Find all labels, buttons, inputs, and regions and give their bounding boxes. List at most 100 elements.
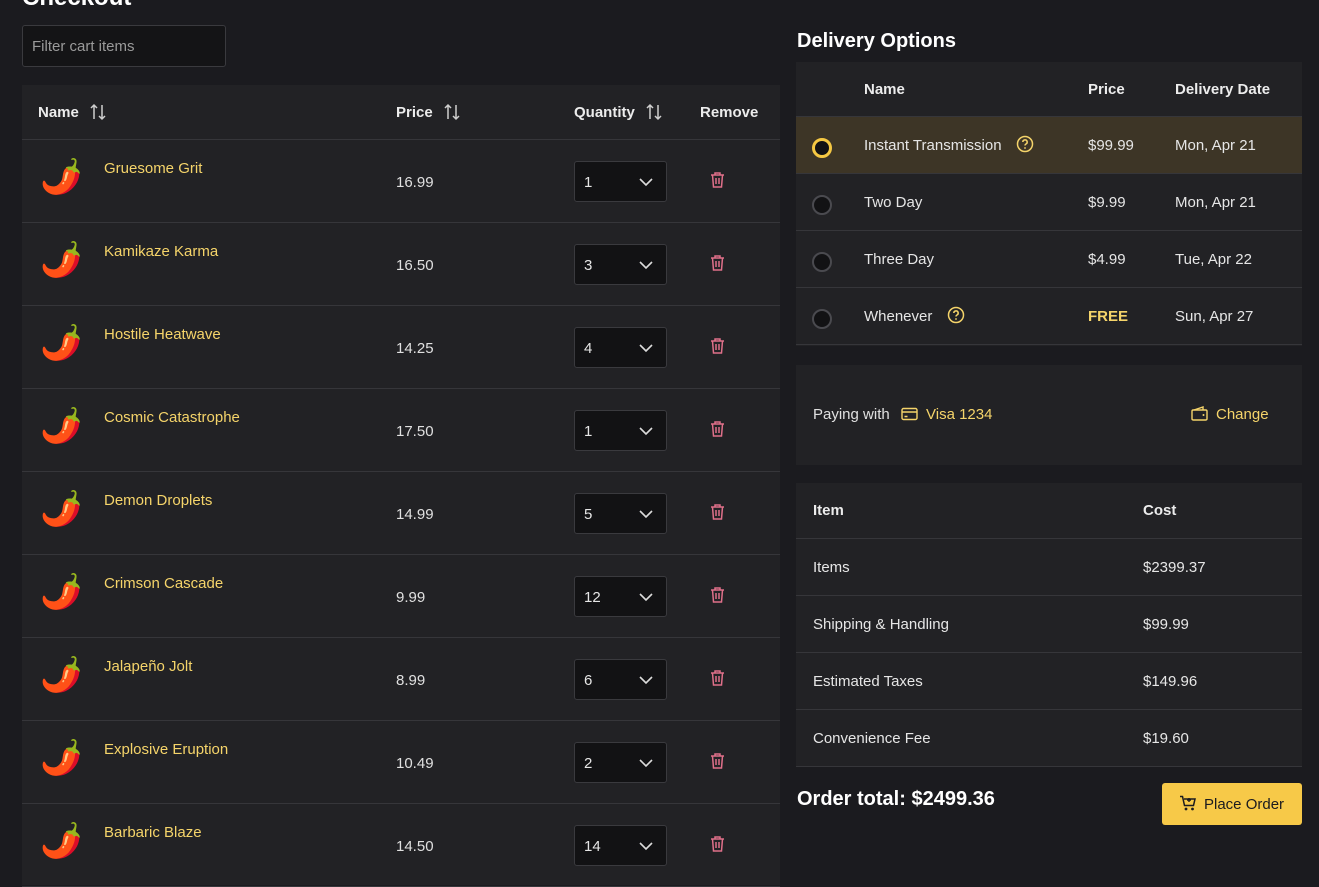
chili-pepper-icon: 🌶️: [40, 407, 83, 445]
chevron-down-icon: [639, 178, 653, 187]
trash-icon[interactable]: [709, 835, 726, 853]
filter-cart-input[interactable]: [22, 25, 226, 67]
wallet-icon[interactable]: [1191, 406, 1208, 421]
name-column-header[interactable]: Name: [38, 85, 107, 140]
product-name[interactable]: Crimson Cascade: [104, 575, 223, 592]
chevron-down-icon: [639, 593, 653, 602]
product-price: 17.50: [396, 423, 434, 440]
product-name[interactable]: Gruesome Grit: [104, 160, 202, 177]
chevron-down-icon: [639, 344, 653, 353]
trash-icon[interactable]: [709, 254, 726, 272]
chili-pepper-icon: 🌶️: [40, 573, 83, 611]
chevron-down-icon: [639, 759, 653, 768]
product-name[interactable]: Cosmic Catastrophe: [104, 409, 240, 426]
delivery-radio[interactable]: [812, 138, 832, 158]
quantity-value: 5: [584, 506, 593, 523]
quantity-select[interactable]: 3: [574, 244, 667, 285]
delivery-option-price: FREE: [1088, 308, 1129, 325]
summary-cost: $99.99: [1143, 616, 1189, 633]
quantity-column-header[interactable]: Quantity: [574, 85, 663, 140]
chevron-down-icon: [639, 510, 653, 519]
summary-item: Items: [813, 559, 850, 576]
quantity-select[interactable]: 1: [574, 161, 667, 202]
delivery-price-header: Price: [1088, 81, 1125, 98]
quantity-select[interactable]: 2: [574, 742, 667, 783]
quantity-select[interactable]: 12: [574, 576, 667, 617]
trash-icon[interactable]: [709, 420, 726, 438]
sort-icon: [646, 103, 662, 120]
summary-item: Convenience Fee: [813, 730, 931, 747]
product-price: 16.99: [396, 174, 434, 191]
quantity-value: 14: [584, 838, 601, 855]
delivery-options-table: Name Price Delivery Date Instant Transmi…: [796, 62, 1302, 346]
place-order-button[interactable]: Place Order: [1162, 783, 1302, 825]
summary-table-header: Item Cost: [796, 483, 1302, 539]
quantity-select[interactable]: 1: [574, 410, 667, 451]
paying-with-label: Paying with: [813, 406, 890, 423]
trash-icon[interactable]: [709, 503, 726, 521]
help-icon[interactable]: [947, 306, 965, 324]
payment-panel: Paying with Visa 1234 Change: [796, 365, 1302, 465]
quantity-select[interactable]: 4: [574, 327, 667, 368]
price-column-header[interactable]: Price: [396, 85, 461, 140]
trash-icon[interactable]: [709, 586, 726, 604]
quantity-select[interactable]: 14: [574, 825, 667, 866]
summary-row: Shipping & Handling $99.99: [796, 596, 1302, 653]
chili-pepper-icon: 🌶️: [40, 822, 83, 860]
sort-icon: [444, 103, 460, 120]
cart-table: Name Price Quantity Remove 🌶️ Gruesome G…: [22, 85, 780, 887]
quantity-value: 1: [584, 174, 593, 191]
place-order-label: Place Order: [1204, 796, 1285, 813]
delivery-option-row[interactable]: Whenever FREE Sun, Apr 27: [796, 288, 1302, 345]
credit-card-icon: [901, 407, 918, 421]
summary-row: Convenience Fee $19.60: [796, 710, 1302, 767]
delivery-radio[interactable]: [812, 252, 832, 272]
delivery-radio[interactable]: [812, 195, 832, 215]
delivery-option-row[interactable]: Instant Transmission $99.99 Mon, Apr 21: [796, 117, 1302, 174]
delivery-option-label: Three Day: [864, 251, 935, 268]
chevron-down-icon: [639, 261, 653, 270]
delivery-option-row[interactable]: Three Day $4.99 Tue, Apr 22: [796, 231, 1302, 288]
trash-icon[interactable]: [709, 171, 726, 189]
summary-item: Estimated Taxes: [813, 673, 923, 690]
product-name[interactable]: Demon Droplets: [104, 492, 212, 509]
summary-cost: $149.96: [1143, 673, 1198, 690]
table-row: 🌶️ Gruesome Grit 16.99 1: [22, 140, 780, 223]
table-row: 🌶️ Demon Droplets 14.99 5: [22, 472, 780, 555]
product-price: 14.99: [396, 506, 434, 523]
chili-pepper-icon: 🌶️: [40, 490, 83, 528]
product-name[interactable]: Explosive Eruption: [104, 741, 228, 758]
product-name[interactable]: Jalapeño Jolt: [104, 658, 192, 675]
delivery-option-name: Whenever: [864, 306, 965, 325]
delivery-option-date: Mon, Apr 21: [1175, 194, 1256, 211]
product-name[interactable]: Hostile Heatwave: [104, 326, 221, 343]
delivery-option-label: Two Day: [864, 194, 923, 211]
quantity-select[interactable]: 5: [574, 493, 667, 534]
product-name[interactable]: Kamikaze Karma: [104, 243, 218, 260]
trash-icon[interactable]: [709, 337, 726, 355]
product-price: 14.50: [396, 838, 434, 855]
chevron-down-icon: [639, 427, 653, 436]
delivery-option-price: $4.99: [1088, 251, 1126, 268]
chili-pepper-icon: 🌶️: [40, 324, 83, 362]
trash-icon[interactable]: [709, 752, 726, 770]
delivery-option-label: Whenever: [864, 308, 933, 325]
delivery-option-row[interactable]: Two Day $9.99 Mon, Apr 21: [796, 174, 1302, 231]
change-payment-button[interactable]: Change: [1216, 406, 1269, 423]
chevron-down-icon: [639, 842, 653, 851]
chili-pepper-icon: 🌶️: [40, 241, 83, 279]
help-icon[interactable]: [1016, 135, 1034, 153]
trash-icon[interactable]: [709, 669, 726, 687]
cart-table-header: Name Price Quantity Remove: [22, 85, 780, 140]
quantity-value: 6: [584, 672, 593, 689]
summary-cost: $2399.37: [1143, 559, 1206, 576]
quantity-select[interactable]: 6: [574, 659, 667, 700]
quantity-header-label: Quantity: [574, 104, 635, 121]
cost-column-header: Cost: [1143, 502, 1177, 519]
delivery-radio[interactable]: [812, 309, 832, 329]
product-name[interactable]: Barbaric Blaze: [104, 824, 202, 841]
delivery-option-price: $99.99: [1088, 137, 1134, 154]
shopping-cart-icon: [1180, 795, 1196, 811]
remove-column-header: Remove: [700, 104, 759, 121]
order-summary-table: Item Cost Items $2399.37 Shipping & Hand…: [796, 483, 1302, 767]
